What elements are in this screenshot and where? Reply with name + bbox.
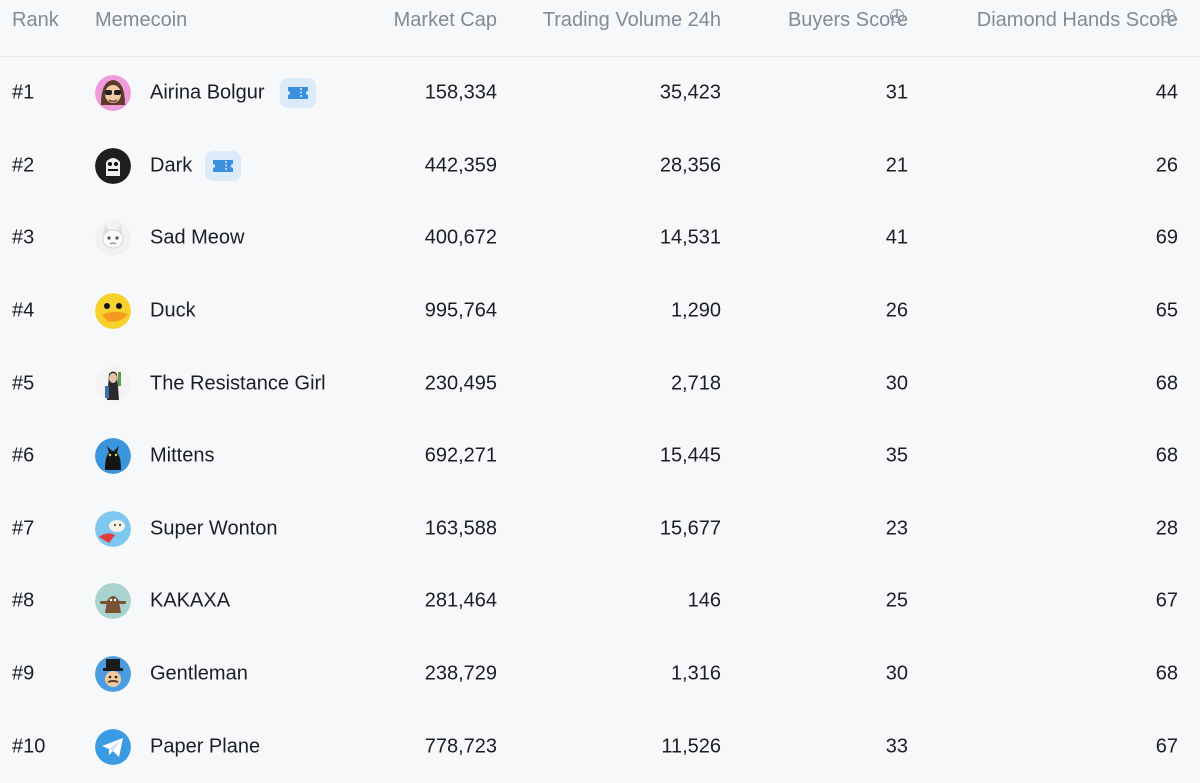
buyers-score-cell: 30 (885, 372, 908, 395)
kakaxa-avatar (95, 583, 131, 620)
duck-avatar (95, 293, 131, 330)
header-buyers-score[interactable]: Buyers Score (788, 6, 908, 34)
table-row[interactable]: #5 The Resistance Girl 230,495 2,718 30 … (0, 347, 1200, 420)
diamond-hands-score-cell: 28 (1155, 517, 1178, 540)
market-cap-cell: 995,764 (424, 299, 497, 322)
market-cap-cell: 778,723 (424, 735, 497, 758)
memecoin-name[interactable]: Mittens (150, 445, 214, 468)
table-row[interactable]: #8 KAKAXA 281,464 146 25 67 (0, 565, 1200, 638)
buyers-score-cell: 26 (885, 299, 908, 322)
trading-volume-cell: 35,423 (659, 81, 721, 104)
table-row[interactable]: #10 Paper Plane 778,723 11,526 33 67 (0, 710, 1200, 783)
rank-cell: #2 (12, 154, 35, 177)
rank-cell: #4 (12, 299, 35, 322)
table-row[interactable]: #7 Super Wonton 163,588 15,677 23 28 (0, 493, 1200, 566)
paper-plane-avatar (95, 728, 131, 765)
rank-cell: #1 (12, 81, 35, 104)
diamond-hands-score-cell: 44 (1155, 81, 1178, 104)
market-cap-cell: 230,495 (424, 372, 497, 395)
trading-volume-cell: 11,526 (661, 735, 721, 758)
market-cap-cell: 281,464 (424, 589, 497, 612)
trading-volume-cell: 1,316 (670, 662, 721, 685)
header-trading-volume[interactable]: Trading Volume 24h (543, 6, 721, 34)
black-cat-avatar (95, 438, 131, 475)
rank-cell: #5 (12, 372, 35, 395)
table-row[interactable]: #3 Sad Meow 400,672 14,531 41 69 (0, 202, 1200, 275)
market-cap-cell: 238,729 (424, 662, 497, 685)
memecoin-name[interactable]: The Resistance Girl (150, 372, 326, 395)
diamond-hands-score-cell: 68 (1155, 372, 1178, 395)
buyers-score-cell: 41 (885, 226, 908, 249)
table-body: #1 Airina Bolgur 158,334 35,423 31 44 #2… (0, 57, 1200, 783)
rank-cell: #9 (12, 662, 35, 685)
trading-volume-cell: 2,718 (670, 372, 721, 395)
market-cap-cell: 163,588 (424, 517, 497, 540)
trading-volume-cell: 146 (687, 589, 721, 612)
resistance-girl-avatar (95, 365, 131, 402)
memecoin-table: Rank Memecoin Market Cap Trading Volume … (0, 0, 1200, 773)
diamond-hands-score-info-icon[interactable]: i (1161, 9, 1175, 23)
rank-cell: #8 (12, 589, 35, 612)
rank-cell: #6 (12, 444, 35, 467)
buyers-score-cell: 33 (885, 735, 908, 758)
table-row[interactable]: #6 Mittens 692,271 15,445 35 68 (0, 420, 1200, 493)
diamond-hands-score-cell: 26 (1155, 154, 1178, 177)
rank-cell: #10 (12, 735, 46, 758)
market-cap-cell: 692,271 (424, 444, 497, 467)
header-rank[interactable]: Rank (12, 6, 59, 34)
memecoin-name[interactable]: Dark (150, 154, 192, 177)
buyers-score-cell: 30 (885, 662, 908, 685)
buyers-score-cell: 21 (885, 154, 908, 177)
trading-volume-cell: 15,445 (659, 444, 721, 467)
memecoin-name[interactable]: Super Wonton (150, 517, 278, 540)
market-cap-cell: 442,359 (424, 154, 497, 177)
dark-character-avatar (95, 147, 131, 184)
memecoin-name[interactable]: Paper Plane (150, 735, 260, 758)
diamond-hands-score-cell: 69 (1155, 226, 1178, 249)
trading-volume-cell: 14,531 (659, 226, 721, 249)
diamond-hands-score-cell: 65 (1155, 299, 1178, 322)
memecoin-name[interactable]: KAKAXA (150, 590, 230, 613)
gentleman-avatar (95, 656, 131, 693)
header-memecoin[interactable]: Memecoin (95, 6, 187, 34)
table-row[interactable]: #2 Dark 442,359 28,356 21 26 (0, 130, 1200, 203)
buyers-score-cell: 31 (885, 81, 908, 104)
ticket-icon[interactable] (205, 150, 241, 181)
table-row[interactable]: #9 Gentleman 238,729 1,316 30 68 (0, 638, 1200, 711)
trading-volume-cell: 1,290 (670, 299, 721, 322)
memecoin-name[interactable]: Airina Bolgur (150, 82, 265, 105)
table-header: Rank Memecoin Market Cap Trading Volume … (0, 0, 1200, 57)
rank-cell: #7 (12, 517, 35, 540)
ticket-icon[interactable] (280, 78, 316, 109)
girl-with-glasses-avatar (95, 75, 131, 112)
buyers-score-cell: 25 (885, 589, 908, 612)
diamond-hands-score-cell: 67 (1155, 589, 1178, 612)
white-cat-avatar (95, 220, 131, 257)
market-cap-cell: 158,334 (424, 81, 497, 104)
diamond-hands-score-cell: 67 (1155, 735, 1178, 758)
table-row[interactable]: #1 Airina Bolgur 158,334 35,423 31 44 (0, 57, 1200, 130)
diamond-hands-score-cell: 68 (1155, 444, 1178, 467)
buyers-score-cell: 23 (885, 517, 908, 540)
diamond-hands-score-cell: 68 (1155, 662, 1178, 685)
table-row[interactable]: #4 Duck 995,764 1,290 26 65 (0, 275, 1200, 348)
memecoin-name[interactable]: Gentleman (150, 663, 248, 686)
memecoin-name[interactable]: Duck (150, 300, 196, 323)
header-market-cap[interactable]: Market Cap (394, 6, 497, 34)
header-diamond-hands-score[interactable]: Diamond Hands Score (977, 6, 1178, 34)
super-wonton-avatar (95, 510, 131, 547)
trading-volume-cell: 15,677 (659, 517, 721, 540)
memecoin-name[interactable]: Sad Meow (150, 227, 245, 250)
market-cap-cell: 400,672 (424, 226, 497, 249)
trading-volume-cell: 28,356 (659, 154, 721, 177)
rank-cell: #3 (12, 226, 35, 249)
buyers-score-info-icon[interactable]: i (890, 9, 904, 23)
buyers-score-cell: 35 (885, 444, 908, 467)
